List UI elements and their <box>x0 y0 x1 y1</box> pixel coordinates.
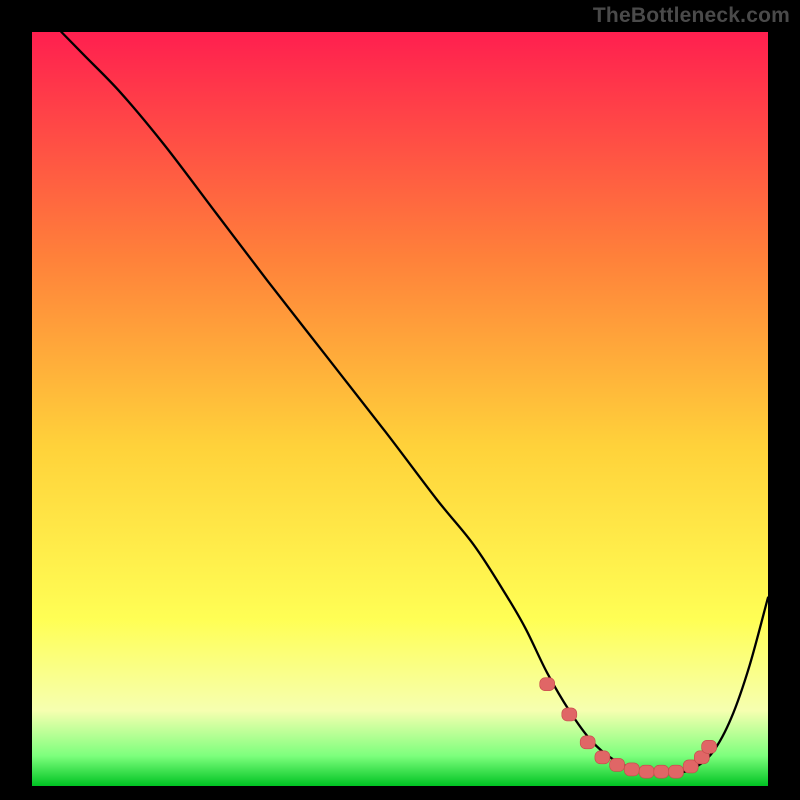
optimal-marker <box>639 765 654 778</box>
bottleneck-chart <box>0 0 800 800</box>
optimal-marker <box>654 765 669 778</box>
optimal-marker <box>669 765 684 778</box>
chart-stage: TheBottleneck.com <box>0 0 800 800</box>
gradient-panel <box>32 32 768 786</box>
optimal-marker <box>702 740 717 753</box>
optimal-marker <box>562 708 577 721</box>
optimal-marker <box>580 736 595 749</box>
optimal-marker <box>624 763 639 776</box>
optimal-marker <box>595 751 610 764</box>
optimal-marker <box>610 758 625 771</box>
optimal-marker <box>540 678 555 691</box>
